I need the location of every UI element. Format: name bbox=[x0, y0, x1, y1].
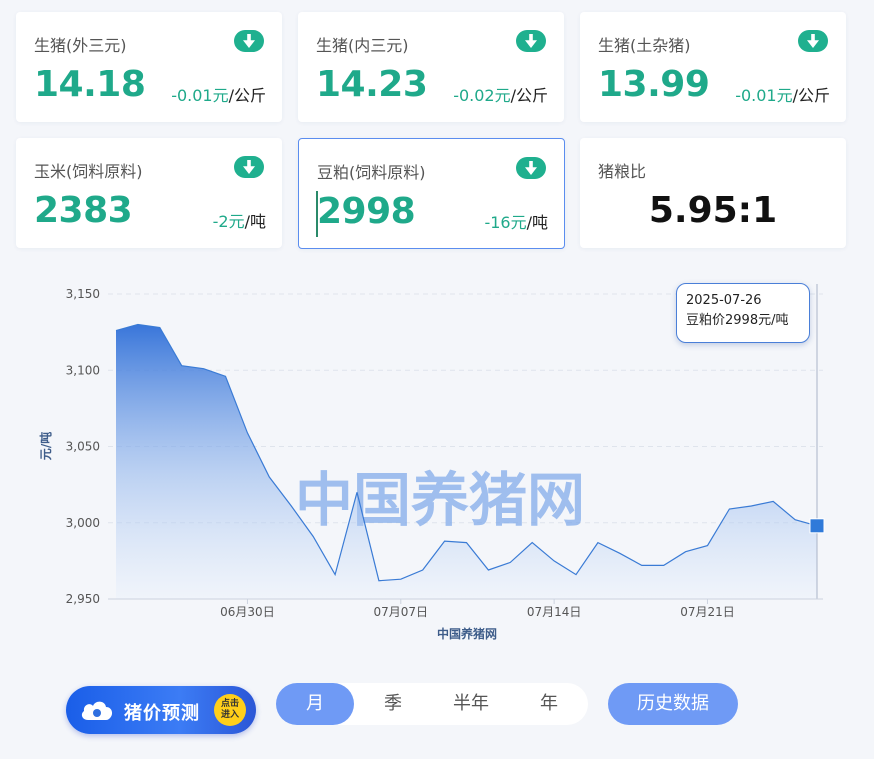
y-axis-label: 元/吨 bbox=[38, 432, 53, 460]
price-forecast-label: 猪价预测 bbox=[124, 703, 200, 724]
y-tick-label: 3,050 bbox=[66, 440, 100, 454]
card-change-amount: -2元 bbox=[212, 212, 245, 231]
card-change-unit: /公斤 bbox=[792, 86, 830, 105]
cloud-icon bbox=[81, 701, 113, 720]
card-value: 5.95:1 bbox=[648, 190, 778, 231]
price-forecast-button[interactable]: 猪价预测 点击 进入 bbox=[66, 686, 256, 734]
card-change-amount: -0.01元 bbox=[735, 86, 793, 105]
card-change-unit: /公斤 bbox=[510, 86, 548, 105]
enter-badge: 点击 进入 bbox=[214, 694, 246, 726]
period-half-year[interactable]: 半年 bbox=[432, 683, 510, 725]
download-icon[interactable] bbox=[516, 157, 546, 179]
download-icon[interactable] bbox=[798, 30, 828, 52]
card-change-unit: /公斤 bbox=[228, 86, 266, 105]
price-card-pig-grain-ratio[interactable]: 猪粮比 5.95:1 bbox=[580, 138, 846, 248]
period-year[interactable]: 年 bbox=[510, 683, 588, 725]
y-tick-label: 2,950 bbox=[66, 592, 100, 606]
price-card-soymeal[interactable]: 豆粕(饲料原料) 2998 -16元/吨 bbox=[298, 138, 565, 249]
active-data-point[interactable] bbox=[809, 518, 825, 534]
period-quarter[interactable]: 季 bbox=[354, 683, 432, 725]
price-card-pig-local[interactable]: 生猪(土杂猪) 13.99 -0.01元/公斤 bbox=[580, 12, 846, 122]
tooltip-date: 2025-07-26 bbox=[686, 293, 762, 308]
card-name: 猪粮比 bbox=[598, 162, 647, 181]
enter-badge-line1: 点击 bbox=[220, 699, 239, 709]
x-axis-label: 中国养猪网 bbox=[437, 626, 497, 641]
enter-badge-line2: 进入 bbox=[220, 710, 239, 720]
card-change-amount: -16元 bbox=[484, 213, 527, 232]
card-name: 豆粕(饲料原料) bbox=[317, 163, 426, 182]
card-value: 14.18 bbox=[34, 64, 146, 105]
price-card-pig-inner[interactable]: 生猪(内三元) 14.23 -0.02元/公斤 bbox=[298, 12, 564, 122]
card-change: -0.01元/公斤 bbox=[171, 82, 266, 106]
period-selector: 月 季 半年 年 bbox=[276, 683, 588, 725]
card-value: 14.23 bbox=[316, 64, 428, 105]
history-data-button[interactable]: 历史数据 bbox=[608, 683, 738, 725]
card-name: 玉米(饲料原料) bbox=[34, 162, 143, 181]
y-axis-ticks: 2,950 3,000 3,050 3,100 3,150 bbox=[66, 287, 100, 606]
x-axis-ticks: 06月30日 07月07日 07月14日 07月21日 bbox=[220, 599, 735, 619]
card-change-amount: -0.02元 bbox=[453, 86, 511, 105]
card-change: -0.01元/公斤 bbox=[735, 82, 830, 106]
download-icon[interactable] bbox=[234, 156, 264, 178]
card-name: 生猪(土杂猪) bbox=[598, 36, 691, 55]
x-tick-label: 06月30日 bbox=[220, 605, 275, 619]
tooltip-value: 豆粕价2998元/吨 bbox=[686, 313, 789, 328]
card-name: 生猪(外三元) bbox=[34, 36, 127, 55]
card-change-unit: /吨 bbox=[244, 212, 266, 231]
card-change: -2元/吨 bbox=[213, 208, 266, 232]
y-tick-label: 3,000 bbox=[66, 516, 100, 530]
y-tick-label: 3,150 bbox=[66, 287, 100, 301]
price-card-corn[interactable]: 玉米(饲料原料) 2383 -2元/吨 bbox=[16, 138, 282, 248]
card-change-amount: -0.01元 bbox=[171, 86, 229, 105]
area-fill bbox=[116, 324, 817, 599]
card-value: 2998 bbox=[317, 191, 416, 232]
x-tick-label: 07月21日 bbox=[680, 605, 735, 619]
x-tick-label: 07月14日 bbox=[527, 605, 582, 619]
card-value: 2383 bbox=[34, 190, 133, 231]
card-change: -0.02元/公斤 bbox=[453, 82, 548, 106]
download-icon[interactable] bbox=[234, 30, 264, 52]
download-icon[interactable] bbox=[516, 30, 546, 52]
card-value: 13.99 bbox=[598, 64, 710, 105]
period-month[interactable]: 月 bbox=[276, 683, 354, 725]
card-change: -16元/吨 bbox=[484, 209, 548, 233]
price-card-pig-outer[interactable]: 生猪(外三元) 14.18 -0.01元/公斤 bbox=[16, 12, 282, 122]
chart-watermark: 中国养猪网 bbox=[295, 466, 585, 534]
card-change-unit: /吨 bbox=[526, 213, 548, 232]
x-tick-label: 07月07日 bbox=[374, 605, 429, 619]
card-name: 生猪(内三元) bbox=[316, 36, 409, 55]
chart-tooltip: 2025-07-26 豆粕价2998元/吨 bbox=[676, 283, 810, 343]
y-tick-label: 3,100 bbox=[66, 363, 100, 377]
